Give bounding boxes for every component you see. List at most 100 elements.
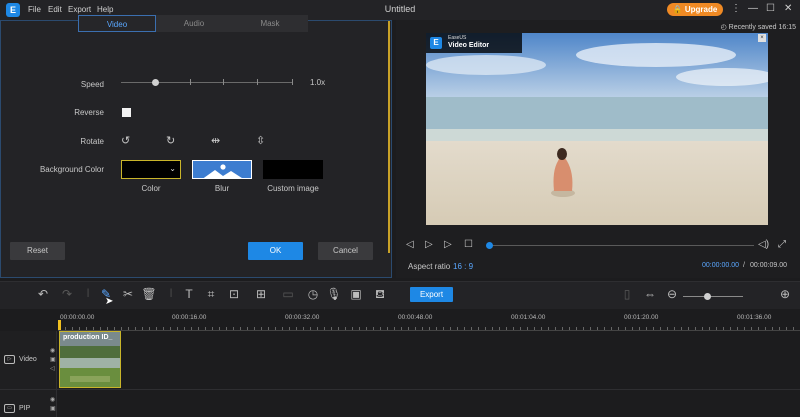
marker-icon[interactable]: ▯ <box>619 287 635 301</box>
saved-status-text: Recently saved 16:15 <box>728 24 796 31</box>
ruler-label: 00:01:36.00 <box>737 314 772 321</box>
toolbar-divider: | <box>169 287 173 297</box>
watermark-logo: E <box>430 37 442 49</box>
timeline-zoom-slider[interactable] <box>683 296 743 297</box>
tab-audio[interactable]: Audio <box>156 15 232 32</box>
watermark-brand: EaseUS <box>448 35 467 41</box>
zoom-out-icon[interactable]: ⊖ <box>664 287 680 301</box>
ok-button[interactable]: OK <box>248 242 303 260</box>
current-time: 00:00:00.00 <box>702 262 739 269</box>
video-track-icon: ▷ <box>4 355 15 364</box>
speed-slider-tick <box>190 79 191 85</box>
video-track-name: Video <box>19 356 37 363</box>
redo-icon[interactable]: ↷ <box>59 287 75 301</box>
previous-frame-icon[interactable]: ◁ <box>406 239 414 250</box>
flip-horizontal-icon[interactable]: ⇹ <box>211 134 220 147</box>
background-custom-caption: Custom image <box>267 184 319 193</box>
speed-slider-handle[interactable] <box>152 79 159 86</box>
panel-scrollbar[interactable] <box>388 21 390 253</box>
editor-watermark: E EaseUS Video Editor <box>426 33 522 53</box>
upgrade-button[interactable]: 🔒 Upgrade <box>667 3 723 16</box>
playhead[interactable] <box>58 320 61 330</box>
beach-scene-image <box>426 33 768 225</box>
playback-progress-bar[interactable] <box>488 245 754 246</box>
play-icon[interactable]: ▷ <box>425 239 433 250</box>
watermark-product: Video Editor <box>448 42 490 49</box>
background-color-caption: Color <box>141 184 161 193</box>
track-visibility-icon[interactable]: ◉ <box>50 397 55 403</box>
speed-value: 1.0x <box>310 78 326 87</box>
track-lock-icon[interactable]: ▣ <box>50 357 56 363</box>
timeline-ruler[interactable] <box>58 326 800 331</box>
background-custom-image-option[interactable] <box>263 160 323 179</box>
toolbar-divider: | <box>86 287 90 297</box>
zoom-in-icon[interactable]: ⊕ <box>777 287 793 301</box>
delete-trash-icon[interactable]: 🗑 <box>141 287 157 301</box>
more-menu-icon[interactable]: ⋮ <box>731 3 741 14</box>
split-scissors-icon[interactable]: ✂ <box>120 287 136 301</box>
next-frame-icon[interactable]: ▷ <box>444 239 452 250</box>
image-icon <box>193 161 251 178</box>
tab-video[interactable]: Video <box>78 15 156 32</box>
playback-progress-handle[interactable] <box>486 242 493 249</box>
stop-icon[interactable]: ☐ <box>464 239 473 250</box>
timeline-zoom-handle[interactable] <box>704 293 711 300</box>
duration-clock-icon[interactable]: ◷ <box>305 287 321 301</box>
background-blur-option[interactable] <box>192 160 252 179</box>
flip-vertical-icon[interactable]: ⇳ <box>256 134 265 147</box>
minimize-icon[interactable]: — <box>748 3 758 14</box>
ruler-label: 00:01:04.00 <box>511 314 546 321</box>
track-lock-icon[interactable]: ▣ <box>50 406 56 412</box>
crop-icon[interactable]: ⌗ <box>203 287 219 302</box>
speed-label: Speed <box>80 80 104 89</box>
tab-mask[interactable]: Mask <box>232 15 308 32</box>
ruler-label: 00:00:00.00 <box>60 314 95 321</box>
rotate-label: Rotate <box>80 137 104 146</box>
close-icon[interactable]: ✕ <box>784 3 792 14</box>
watermark-close-icon[interactable]: × <box>758 34 766 42</box>
video-settings-panel <box>0 20 392 278</box>
reset-button[interactable]: Reset <box>10 242 65 260</box>
voiceover-mic-icon[interactable]: 🎙 <box>326 287 342 301</box>
ruler-label: 00:00:16.00 <box>172 314 207 321</box>
speed-slider-track[interactable] <box>121 82 293 83</box>
undo-icon[interactable]: ↶ <box>35 287 51 301</box>
track-visibility-icon[interactable]: ◉ <box>50 348 55 354</box>
mosaic-icon[interactable]: ⊞ <box>253 287 269 301</box>
freeze-frame-icon[interactable]: ▭ <box>280 287 296 301</box>
fit-timeline-icon[interactable]: ⇔ <box>642 287 658 301</box>
ruler-label: 00:00:32.00 <box>285 314 320 321</box>
chevron-down-icon: ⌄ <box>169 164 176 173</box>
pip-track-icon: ▭ <box>4 404 15 413</box>
track-divider <box>0 389 800 390</box>
video-clip[interactable]: production ID_ <box>59 331 121 388</box>
check-icon: ◴ <box>720 24 727 31</box>
track-mute-icon[interactable]: ◁ <box>50 366 55 372</box>
background-blur-caption: Blur <box>214 184 230 193</box>
text-icon[interactable]: T <box>181 287 197 301</box>
settings-tabs: Video Audio Mask <box>78 15 308 32</box>
aspect-ratio-value[interactable]: 16 : 9 <box>453 262 473 271</box>
reverse-checkbox[interactable] <box>122 108 131 117</box>
ruler-label: 00:00:48.00 <box>398 314 433 321</box>
mouse-cursor: ➤ <box>105 296 114 307</box>
fullscreen-icon[interactable]: ⤢ <box>778 239 786 250</box>
cancel-button[interactable]: Cancel <box>318 242 373 260</box>
reverse-label: Reverse <box>74 108 104 117</box>
time-separator: / <box>743 262 745 269</box>
screen-record-icon[interactable]: ▣ <box>348 287 364 301</box>
background-color-picker[interactable]: ⌄ <box>121 160 181 179</box>
volume-icon[interactable]: ◁) <box>758 239 769 250</box>
aspect-ratio-label: Aspect ratio <box>408 262 451 271</box>
ruler-label: 00:01:20.00 <box>624 314 659 321</box>
rotate-left-icon[interactable]: ↺ <box>121 134 130 147</box>
paint-bucket-icon[interactable]: ⛾ <box>372 287 388 303</box>
export-button[interactable]: Export <box>410 287 453 302</box>
total-time: 00:00:09.00 <box>750 262 787 269</box>
upgrade-label: Upgrade <box>684 5 718 14</box>
rotate-right-icon[interactable]: ↻ <box>166 134 175 147</box>
maximize-icon[interactable]: ☐ <box>766 3 775 14</box>
pip-track-name: PIP <box>19 405 31 412</box>
video-preview[interactable]: E EaseUS Video Editor × <box>426 33 768 225</box>
zoom-frame-icon[interactable]: ⊡ <box>226 287 242 301</box>
